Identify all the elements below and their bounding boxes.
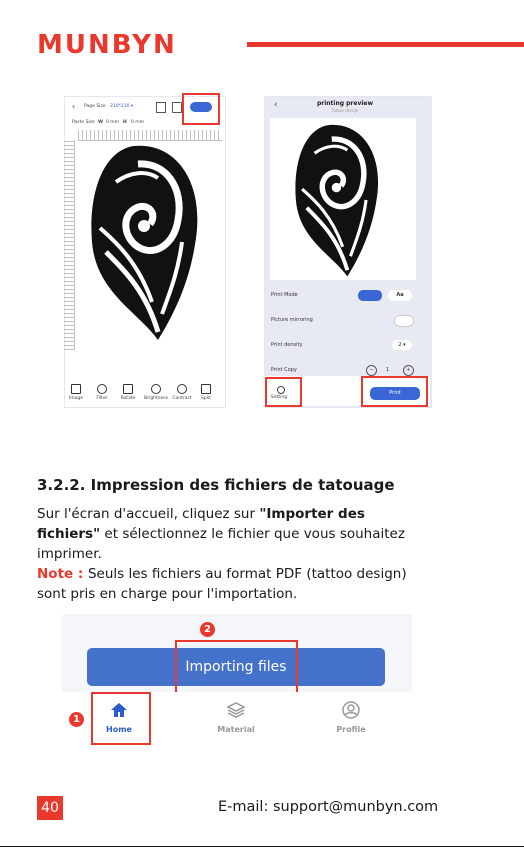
preview-title: printing preview — [316, 100, 374, 107]
save-icon[interactable] — [172, 102, 182, 113]
step-badge-1: 1 — [69, 712, 84, 727]
note-paragraph: Note : Seuls les fichiers au format PDF … — [37, 564, 427, 604]
preview-subtitle: Tattoo design — [331, 108, 359, 113]
page-number: 40 — [37, 796, 63, 820]
highlight-box-preview — [182, 93, 220, 125]
page-size-select[interactable]: 210*210 ▾ — [110, 104, 133, 109]
toolbar-filter[interactable]: Filter — [92, 384, 112, 401]
header-accent-bar — [247, 42, 524, 47]
step-badge-2: 2 — [200, 622, 215, 637]
density-label: Print density — [271, 342, 303, 348]
width-label: W — [98, 120, 103, 125]
print-mode-text-option[interactable]: Aa — [388, 290, 412, 301]
vertical-ruler — [64, 140, 75, 350]
mirroring-label: Picture mirroring — [271, 317, 313, 323]
tattoo-design-image[interactable] — [86, 142, 206, 342]
highlight-box-home — [91, 692, 151, 745]
highlight-box-print — [361, 376, 428, 407]
copy-label: Print Copy — [271, 367, 297, 373]
document-icon[interactable] — [156, 102, 166, 113]
mirroring-toggle[interactable] — [394, 315, 414, 327]
section-heading: 3.2.2. Impression des fichiers de tatoua… — [37, 476, 395, 494]
height-label: H — [123, 120, 127, 125]
horizontal-ruler — [78, 130, 222, 141]
paste-size-label: Paste Size — [72, 120, 95, 125]
height-input[interactable]: 0 mm — [131, 120, 144, 125]
copy-plus-button[interactable]: + — [403, 365, 414, 376]
footer-divider — [0, 846, 524, 847]
support-email: E-mail: support@munbyn.com — [218, 799, 439, 815]
highlight-box-import — [175, 640, 298, 694]
print-mode-label: Print Mode — [271, 292, 298, 298]
toolbar-split[interactable]: Split — [196, 384, 216, 401]
page-size-label: Page Size — [84, 104, 106, 109]
back-icon[interactable]: ‹ — [72, 102, 75, 111]
layers-icon — [227, 702, 245, 718]
highlight-box-setting — [265, 377, 302, 407]
width-input[interactable]: 0 mm — [106, 120, 119, 125]
toolbar-image[interactable]: Image — [66, 384, 86, 401]
toolbar-contrast[interactable]: Contrast — [170, 384, 194, 401]
note-text: Seuls les fichiers au format PDF (tattoo… — [37, 566, 407, 602]
print-mode-image-option[interactable] — [358, 290, 382, 301]
nav-material[interactable]: Material — [206, 725, 266, 734]
note-label: Note : — [37, 566, 88, 582]
brand-logo: MUNBYN — [37, 30, 177, 60]
density-select[interactable]: 2 ▾ — [392, 340, 412, 350]
tattoo-preview-image — [295, 124, 379, 277]
profile-icon — [342, 701, 360, 719]
instruction-paragraph: Sur l'écran d'accueil, cliquez sur "Impo… — [37, 506, 405, 562]
toolbar-brightness[interactable]: Brightness — [142, 384, 170, 401]
nav-profile[interactable]: Profile — [321, 725, 381, 734]
back-icon-right[interactable]: ‹ — [274, 100, 278, 110]
copy-count: 1 — [386, 367, 390, 373]
toolbar-rotate[interactable]: Rotate — [118, 384, 138, 401]
copy-minus-button[interactable]: − — [366, 365, 377, 376]
